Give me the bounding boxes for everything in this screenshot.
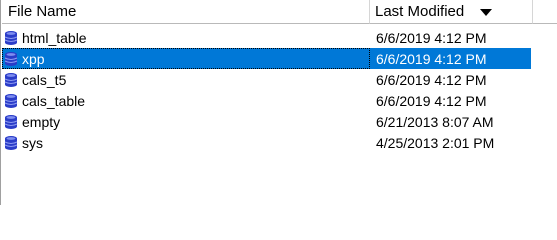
file-name-column-header[interactable]: File Name <box>2 0 370 24</box>
file-name-cell[interactable]: xpp <box>2 48 370 69</box>
last-modified-cell: 6/6/2019 4:12 PM <box>376 92 487 109</box>
database-icon <box>4 51 18 66</box>
last-modified-column-header[interactable]: Last Modified <box>370 0 533 24</box>
file-row-cals-t5[interactable]: cals_t5 6/6/2019 4:12 PM <box>2 69 532 90</box>
file-row-xpp[interactable]: xpp 6/6/2019 4:12 PM <box>2 48 532 69</box>
file-name: cals_table <box>22 92 86 109</box>
database-icon <box>4 30 18 45</box>
sort-descending-icon <box>480 9 492 16</box>
file-rows: html_table 6/6/2019 4:12 PM xpp 6/6/2019… <box>2 27 557 153</box>
file-row-empty[interactable]: empty 6/21/2013 8:07 AM <box>2 111 532 132</box>
database-icon <box>4 72 18 87</box>
empty-column-header <box>533 0 557 24</box>
file-name-cell[interactable]: html_table <box>2 27 370 48</box>
file-name-cell[interactable]: sys <box>2 132 370 153</box>
last-modified-cell: 6/6/2019 4:12 PM <box>370 48 531 69</box>
file-name: sys <box>22 134 43 151</box>
file-name: html_table <box>22 29 87 46</box>
database-icon <box>4 114 18 129</box>
column-header-bar: File Name Last Modified <box>1 0 557 25</box>
last-modified-column-label: Last Modified <box>375 3 465 20</box>
last-modified-cell: 6/6/2019 4:12 PM <box>376 71 487 88</box>
database-icon <box>4 93 18 108</box>
file-name-cell[interactable]: cals_table <box>2 90 370 111</box>
file-list-view: File Name Last Modified html_table 6/6/2… <box>0 0 557 205</box>
file-row-html-table[interactable]: html_table 6/6/2019 4:12 PM <box>2 27 532 48</box>
file-name-cell[interactable]: cals_t5 <box>2 69 370 90</box>
file-name-column-label: File Name <box>8 3 77 20</box>
database-icon <box>4 135 18 150</box>
file-row-sys[interactable]: sys 4/25/2013 2:01 PM <box>2 132 532 153</box>
file-name-cell[interactable]: empty <box>2 111 370 132</box>
last-modified-cell: 6/6/2019 4:12 PM <box>376 29 487 46</box>
file-name: empty <box>22 113 61 130</box>
file-name: xpp <box>22 50 45 67</box>
last-modified-cell: 4/25/2013 2:01 PM <box>376 134 495 151</box>
file-name: cals_t5 <box>22 71 67 88</box>
file-row-cals-table[interactable]: cals_table 6/6/2019 4:12 PM <box>2 90 532 111</box>
last-modified-cell: 6/21/2013 8:07 AM <box>376 113 494 130</box>
